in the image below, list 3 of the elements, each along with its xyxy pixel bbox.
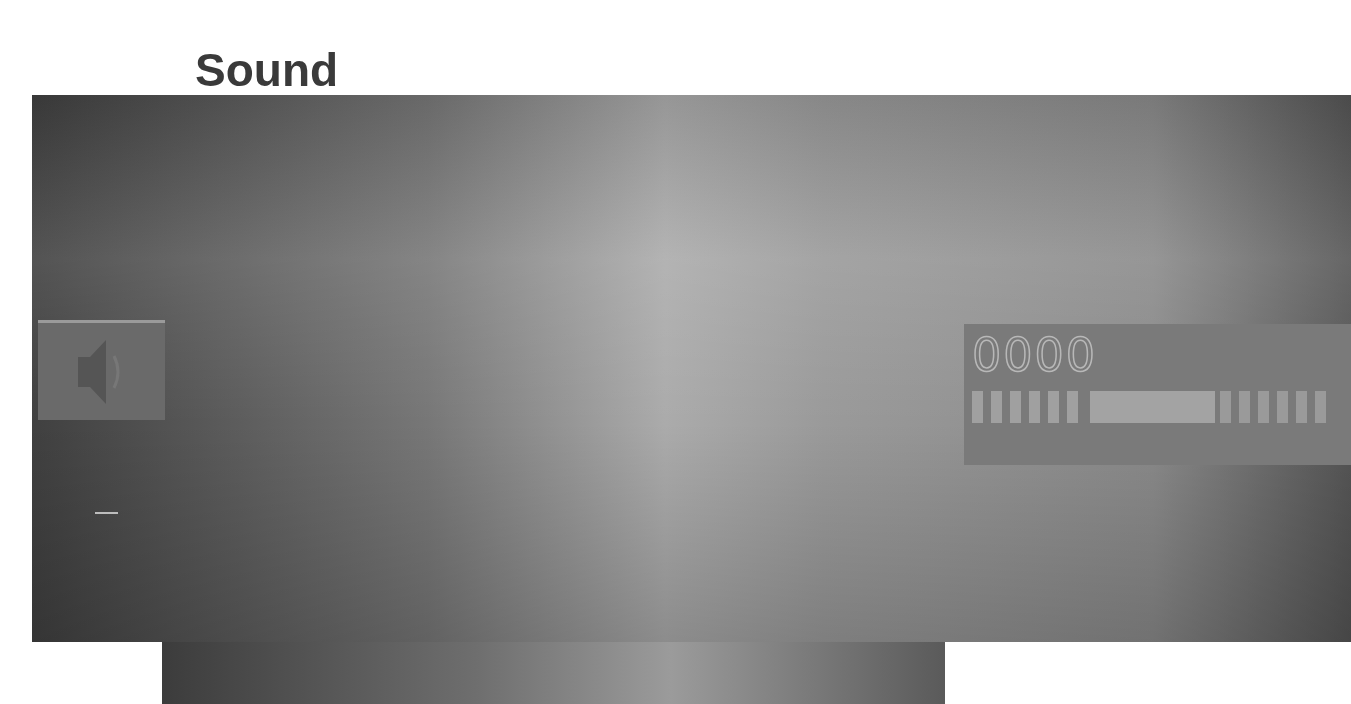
counter-readout: 0000: [972, 330, 1098, 381]
dash-mark: [95, 512, 118, 514]
section-heading: Sound: [195, 47, 339, 93]
